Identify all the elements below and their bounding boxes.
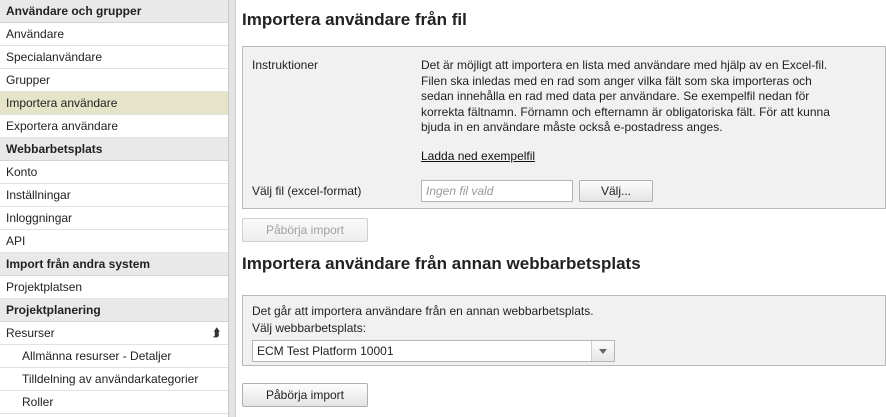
import-workspace-panel: Det går att importera användare från en … [242, 295, 886, 366]
workspace-select[interactable]: ECM Test Platform 10001 [252, 340, 615, 362]
sidebar-item-export-users[interactable]: Exportera användare [0, 115, 228, 138]
sidebar-section-workspace: Webbarbetsplats [0, 138, 228, 161]
import-file-panel: Instruktioner Det är möjligt att importe… [242, 46, 886, 209]
download-example-link[interactable]: Ladda ned exempelfil [421, 149, 535, 163]
workspace-select-label: Välj webbarbetsplats: [252, 321, 367, 335]
file-input[interactable]: Ingen fil vald [421, 180, 573, 202]
chevron-down-icon[interactable] [591, 341, 614, 361]
section-title-workspace-import: Importera användare från annan webbarbet… [242, 254, 641, 273]
sidebar-item-resources[interactable]: Resurser ⮭ [0, 322, 228, 345]
sidebar-item-special-users[interactable]: Specialanvändare [0, 46, 228, 69]
start-import-button-disabled[interactable]: Påbörja import [242, 218, 368, 242]
sidebar-item-settings[interactable]: Inställningar [0, 184, 228, 207]
sidebar-item-account[interactable]: Konto [0, 161, 228, 184]
start-import-button[interactable]: Påbörja import [242, 383, 368, 407]
sidebar-item-api[interactable]: API [0, 230, 228, 253]
main-content: Importera användare från fil Instruktion… [236, 0, 886, 417]
sidebar-subitem-user-category-assignment[interactable]: Tilldelning av användarkategorier [0, 368, 228, 391]
workspace-import-description: Det går att importera användare från en … [252, 304, 594, 318]
sidebar-item-label: Resurser [6, 326, 55, 340]
double-chevron-up-icon[interactable]: ⮭ [213, 322, 220, 344]
sidebar-item-groups[interactable]: Grupper [0, 69, 228, 92]
sidebar-item-users[interactable]: Användare [0, 23, 228, 46]
sidebar-section-import-other: Import från andra system [0, 253, 228, 276]
sidebar-item-projektplatsen[interactable]: Projektplatsen [0, 276, 228, 299]
sidebar-subitem-roles[interactable]: Roller [0, 391, 228, 414]
workspace-select-value: ECM Test Platform 10001 [257, 344, 394, 358]
sidebar: Användare och grupper Användare Speciala… [0, 0, 229, 417]
choose-file-button[interactable]: Välj... [579, 180, 653, 202]
sidebar-item-logins[interactable]: Inloggningar [0, 207, 228, 230]
sidebar-section-project-planning: Projektplanering [0, 299, 228, 322]
sidebar-subitem-general-resources[interactable]: Allmänna resurser - Detaljer [0, 345, 228, 368]
panel-divider[interactable] [229, 0, 236, 417]
file-label: Välj fil (excel-format) [252, 184, 362, 198]
sidebar-section-users-groups: Användare och grupper [0, 0, 228, 23]
sidebar-item-import-users[interactable]: Importera användare [0, 92, 228, 115]
page-title: Importera användare från fil [242, 10, 467, 29]
instructions-text: Det är möjligt att importera en lista me… [421, 58, 830, 135]
instructions-label: Instruktioner [252, 58, 319, 72]
